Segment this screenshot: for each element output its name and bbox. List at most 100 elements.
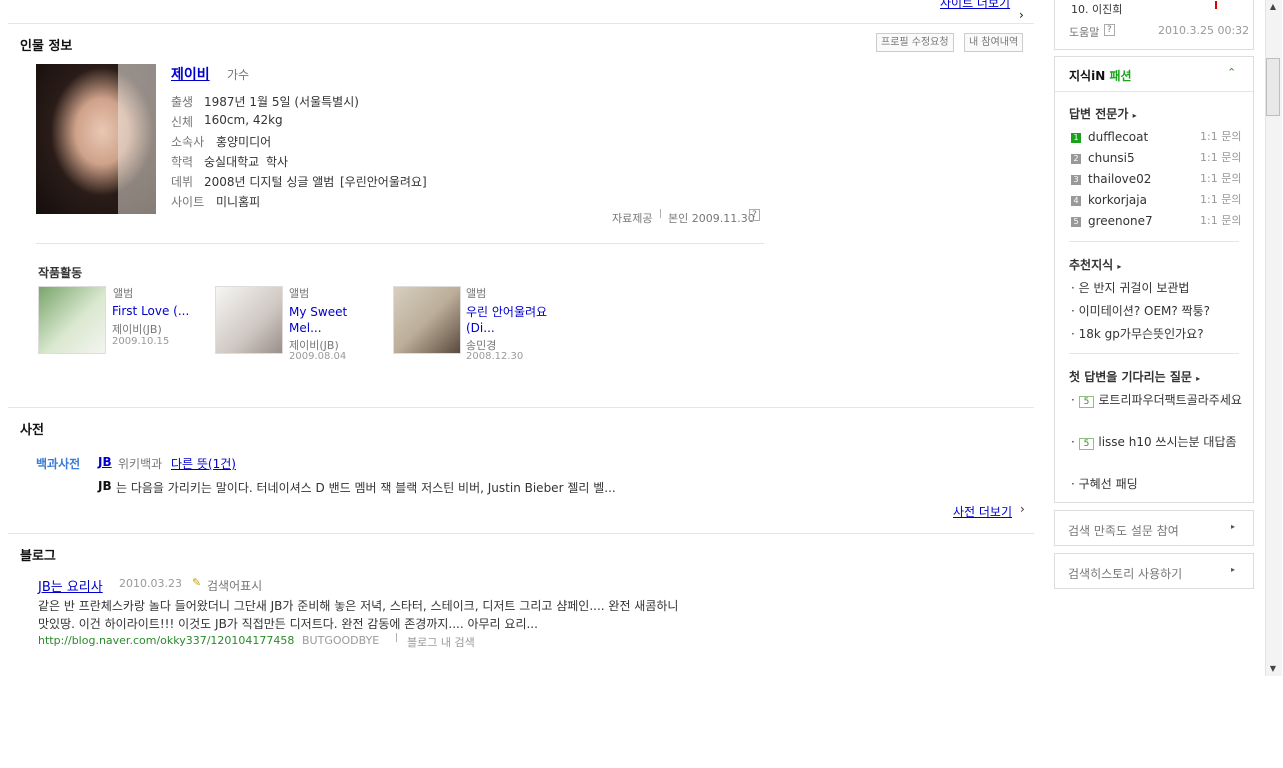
blog-post-title-link[interactable]: JB는 요리사 [38, 576, 103, 595]
first-answer-title-link[interactable]: 첫 답변을 기다리는 질문 ▸ [1069, 368, 1200, 385]
rank-change-icon [1215, 1, 1217, 9]
scroll-up-icon[interactable]: ▲ [1266, 0, 1280, 14]
debut-text: 2008년 디지털 싱글 앨범 [204, 175, 335, 189]
dictionary-snippet: 는 다음을 가리키는 말이다. 터네이셔스 D 밴드 멤버 잭 블랙 저스틴 비… [116, 481, 616, 495]
person-job: 가수 [227, 68, 250, 82]
arrow-right-icon: ▸ [1196, 374, 1201, 383]
help-icon[interactable]: ? [749, 209, 760, 221]
expert-row[interactable]: 4 korkorjaja [1071, 193, 1147, 207]
expert-row[interactable]: 2 chunsi5 [1071, 151, 1135, 165]
album-cover[interactable] [215, 286, 283, 354]
search-history-button[interactable]: 검색히스토리 사용하기 ▸ [1054, 553, 1254, 589]
source-label: 자료제공 [612, 212, 653, 225]
work-type: 앨범 [113, 287, 134, 300]
scrollbar-thumb[interactable] [1266, 58, 1280, 116]
timestamp: 2010.3.25 00:32 [1158, 24, 1250, 37]
rank-number: 5 [1071, 216, 1081, 227]
divider [8, 407, 1034, 408]
other-meanings-link[interactable]: 다른 뜻(1건) [171, 455, 236, 472]
rank-item[interactable]: 10. 이진희 [1071, 1, 1122, 17]
dictionary-entry-link[interactable]: JB [98, 455, 112, 469]
person-name-link[interactable]: 제이비 [171, 64, 210, 84]
expert-inquiry-link[interactable]: 1:1 문의 [1200, 149, 1241, 165]
agency-link[interactable]: 홍양미디어 [216, 133, 271, 150]
expert-name: korkorjaja [1088, 193, 1147, 207]
arrow-right-icon: › [1019, 8, 1024, 22]
expert-inquiry-link[interactable]: 1:1 문의 [1200, 212, 1241, 228]
section-title-person: 인물 정보 [20, 39, 73, 54]
arrow-right-icon: ▸ [1231, 565, 1236, 574]
scroll-down-icon[interactable]: ▼ [1266, 662, 1280, 676]
recommend-item: 18k gp가무슨뜻인가요? [1078, 327, 1204, 341]
highlight-keyword-label[interactable]: 검색어표시 [207, 577, 262, 594]
minihompy-link[interactable]: 미니홈피 [216, 193, 260, 210]
help-label[interactable]: 도움말 [1069, 24, 1099, 40]
expert-row[interactable]: 5 greenone7 [1071, 214, 1153, 228]
source-value: 본인 2009.11.30 [668, 212, 755, 225]
question-link[interactable]: · 5 로트리파우더팩트골라주세요 [1071, 391, 1243, 410]
divider [1055, 91, 1253, 92]
expert-row[interactable]: 1 dufflecoat [1071, 130, 1148, 144]
blog-author[interactable]: BUTGOODBYE [302, 634, 379, 647]
rank-number: 4 [1071, 195, 1081, 206]
recommend-item-link[interactable]: · 18k gp가무슨뜻인가요? [1071, 325, 1204, 342]
degree-text: 학사 [266, 155, 289, 169]
survey-button[interactable]: 검색 만족도 설문 참여 ▸ [1054, 510, 1254, 546]
expert-inquiry-link[interactable]: 1:1 문의 [1200, 170, 1241, 186]
jisik-title[interactable]: 지식iN 패션 [1069, 67, 1132, 84]
my-history-button[interactable]: 내 참여내역 [964, 33, 1024, 52]
question-link[interactable]: · 구혜선 패딩 [1071, 475, 1138, 492]
expert-row[interactable]: 3 thailove02 [1071, 172, 1151, 186]
question-text: lisse h10 쓰시는분 대답좀 [1098, 435, 1237, 449]
question-text: 로트리파우더팩트골라주세요 [1098, 393, 1242, 407]
collapse-icon[interactable]: ⌃ [1227, 66, 1236, 79]
profile-edit-button[interactable]: 프로필 수정요청 [876, 33, 954, 52]
divider-bar: | [395, 633, 399, 643]
help-icon[interactable]: ? [1104, 24, 1115, 36]
jisik-title-text: 지식iN [1069, 69, 1106, 83]
album-cover[interactable] [393, 286, 461, 354]
value-birth: 1987년 1월 5일 (서울특별시) [204, 95, 359, 109]
question-link[interactable]: · 5 lisse h10 쓰시는분 대답좀 [1071, 433, 1243, 452]
jisik-category: 패션 [1109, 69, 1132, 83]
rank-panel: 10. 이진희 도움말 ? 2010.3.25 00:32 [1054, 0, 1254, 50]
blog-post-url[interactable]: http://blog.naver.com/okky337/1201041774… [38, 634, 294, 647]
album-cover[interactable] [38, 286, 106, 354]
debut-album-link[interactable]: [우린안어울려요] [340, 173, 427, 190]
jisik-panel: 지식iN 패션 ⌃ 답변 전문가 ▸ 1 dufflecoat 1:1 문의 2c… [1054, 56, 1254, 503]
label-site: 사이트 [171, 195, 205, 209]
dictionary-more-link[interactable]: 사전 더보기 [953, 503, 1012, 520]
dictionary-category: 백과사전 [36, 457, 81, 471]
expert-name: greenone7 [1088, 214, 1153, 228]
work-title-link[interactable]: First Love (... [112, 304, 189, 318]
works-title: 작품활동 [38, 266, 83, 280]
divider [8, 533, 1034, 534]
work-date: 2008.12.30 [466, 351, 524, 362]
recommend-title-link[interactable]: 추천지식 ▸ [1069, 256, 1121, 273]
expert-name: thailove02 [1088, 172, 1152, 186]
work-title-link[interactable]: My Sweet Mel... [289, 304, 359, 336]
rank-number: 1 [1071, 132, 1081, 143]
recommend-item-link[interactable]: · 이미테이션? OEM? 짝퉁? [1071, 302, 1210, 319]
person-photo[interactable] [36, 64, 156, 214]
site-more-link[interactable]: 사이트 더보기 [940, 0, 1010, 11]
rank-number: 3 [1071, 174, 1081, 185]
work-title-link[interactable]: 우린 안어울려요 (Di... [466, 304, 562, 336]
recommend-item: 이미테이션? OEM? 짝퉁? [1078, 304, 1211, 318]
divider-bar: | [659, 209, 663, 219]
school-link[interactable]: 숭실대학교 [204, 153, 259, 170]
experts-title: 답변 전문가 [1069, 107, 1129, 121]
experts-title-link[interactable]: 답변 전문가 ▸ [1069, 105, 1137, 122]
label-agency: 소속사 [171, 135, 205, 149]
work-date: 2009.08.04 [289, 351, 347, 362]
blog-post-snippet-line2: 맛있땅. 이건 하이라이트!!! 이것도 JB가 직접만든 디저트다. 완전 감… [38, 617, 538, 631]
recommend-item-link[interactable]: · 은 반지 귀걸이 보관법 [1071, 279, 1189, 296]
dictionary-source: 위키백과 [118, 457, 163, 471]
expert-inquiry-link[interactable]: 1:1 문의 [1200, 128, 1241, 144]
rank-number: 2 [1071, 153, 1081, 164]
label-education: 학력 [171, 155, 194, 169]
expert-inquiry-link[interactable]: 1:1 문의 [1200, 191, 1241, 207]
score-badge: 5 [1078, 438, 1095, 450]
first-answer-title: 첫 답변을 기다리는 질문 [1069, 370, 1192, 384]
blog-search-in-link[interactable]: 블로그 내 검색 [407, 634, 475, 650]
